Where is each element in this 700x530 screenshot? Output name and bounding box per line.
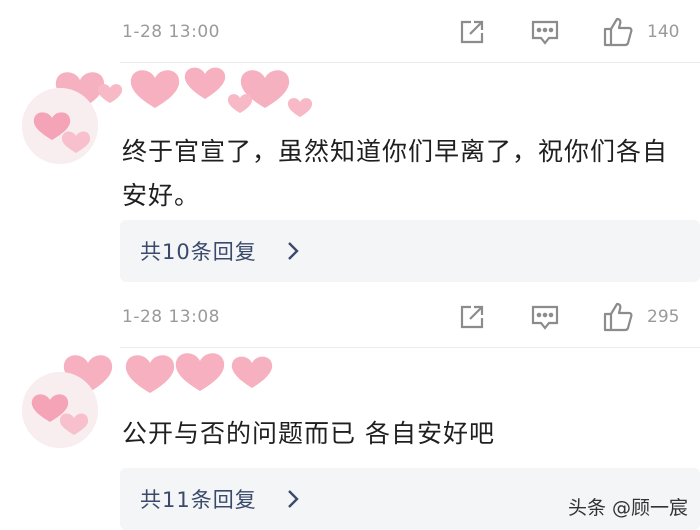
comment-icon[interactable]: [527, 14, 563, 50]
thumbs-up-icon[interactable]: [600, 299, 636, 335]
thumbs-up-icon[interactable]: [600, 14, 636, 50]
avatar[interactable]: [22, 372, 98, 448]
watermark: 头条 @顾一宸: [568, 493, 688, 520]
comment-text: 公开与否的问题而已 各自安好吧: [122, 419, 495, 448]
replies-count-label: 共10条回复: [140, 240, 257, 264]
replies-count-label: 共11条回复: [140, 488, 257, 512]
like-count: 295: [647, 307, 680, 327]
avatar[interactable]: [22, 88, 98, 164]
share-icon[interactable]: [454, 299, 490, 335]
chevron-right-icon: [285, 488, 301, 510]
comment-time: 1-28 13:00: [122, 22, 220, 42]
like-count: 140: [647, 22, 680, 42]
comment-action-row: 1-28 13:08 295: [0, 297, 700, 337]
chevron-right-icon: [285, 240, 301, 262]
view-replies-button[interactable]: 共10条回复: [120, 220, 700, 282]
share-icon[interactable]: [454, 14, 490, 50]
comment-icon[interactable]: [527, 299, 563, 335]
comment-time: 1-28 13:08: [122, 307, 220, 327]
comment-text: 终于官宣了，虽然知道你们早离了，祝你们各自安好。: [122, 137, 669, 210]
comment-action-row: 1-28 13:00 140: [0, 12, 700, 52]
watermark-text: 头条 @顾一宸: [567, 497, 688, 519]
